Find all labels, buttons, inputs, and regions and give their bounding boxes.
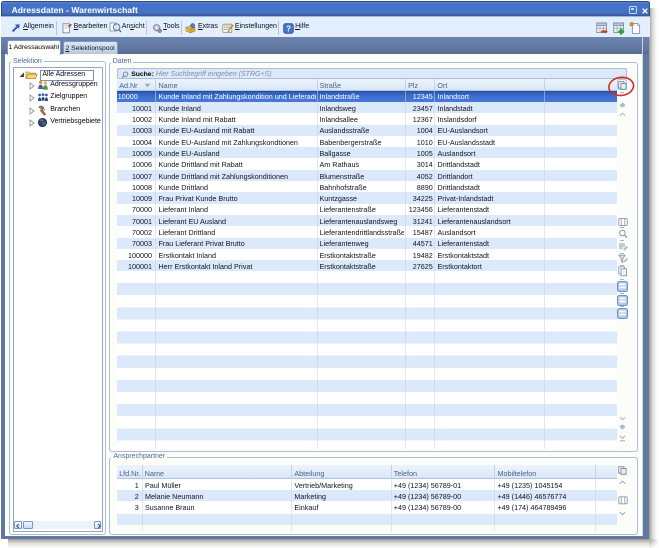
svg-text:?: ? <box>286 24 291 33</box>
